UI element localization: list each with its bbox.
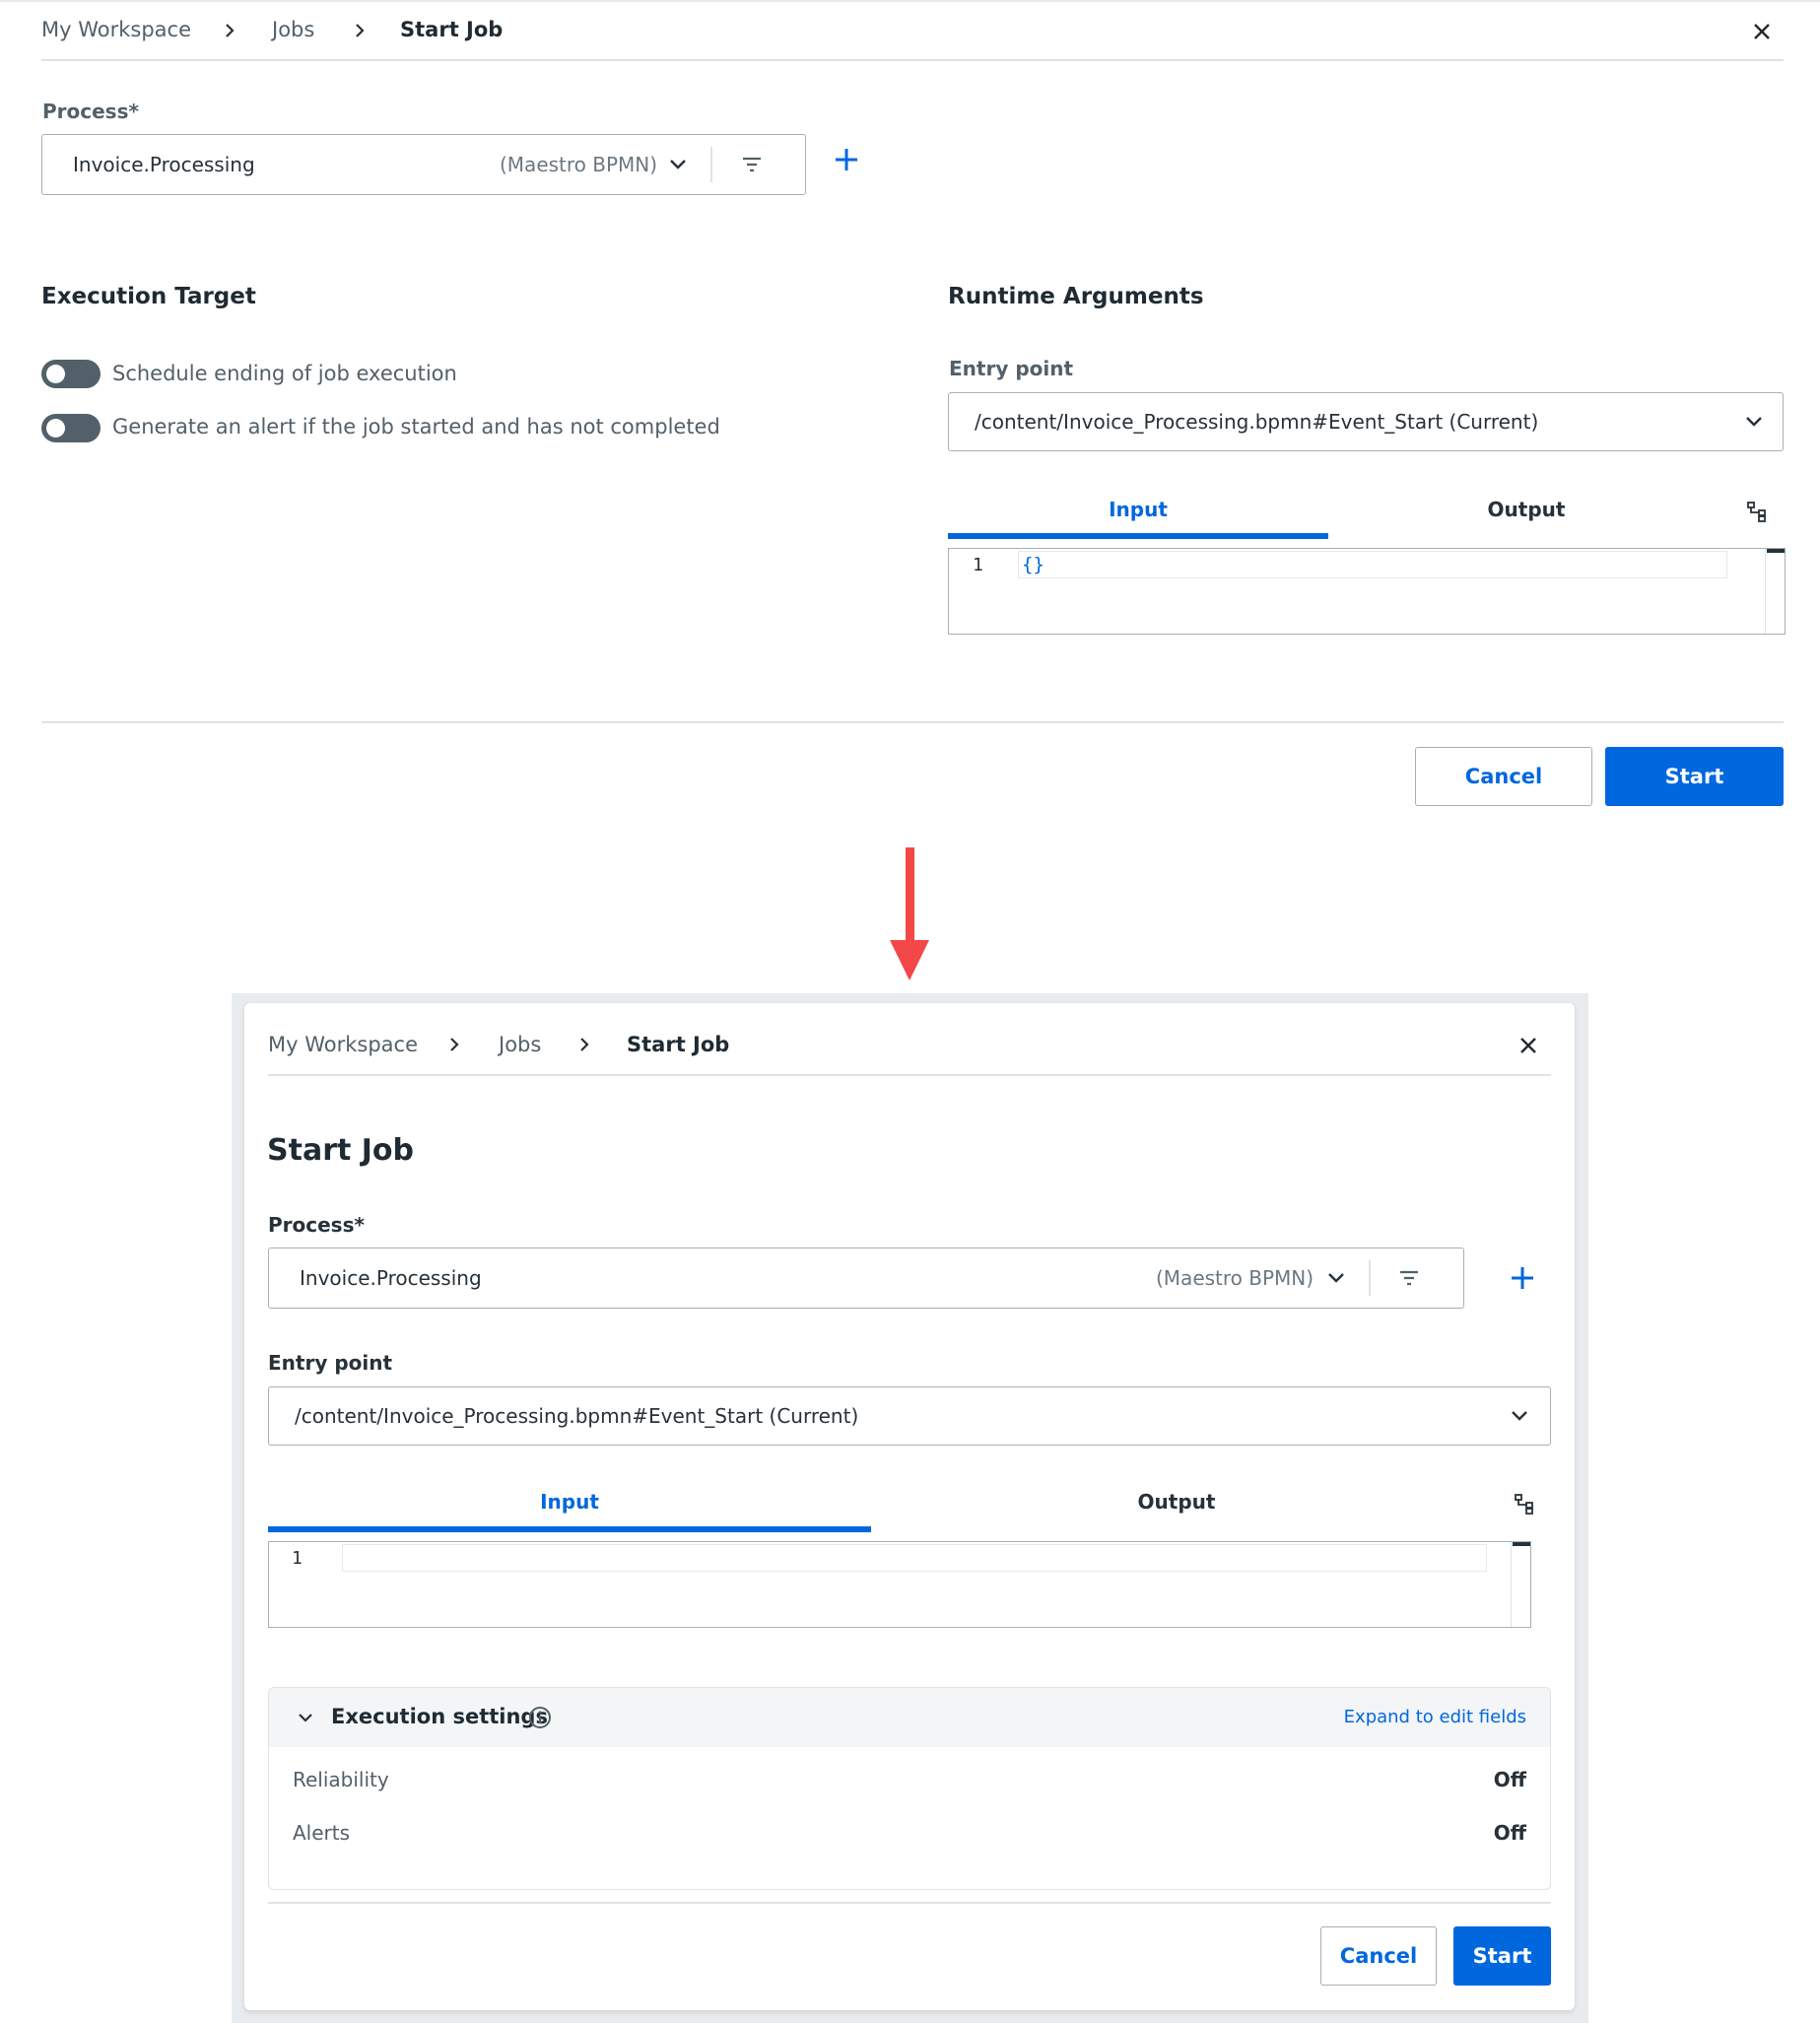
line-number: 1 <box>973 555 983 575</box>
top-edge <box>0 0 1820 2</box>
chevron-right-icon <box>349 20 371 41</box>
info-icon[interactable] <box>528 1706 552 1729</box>
process-divider <box>710 147 712 182</box>
header-divider <box>268 1074 1551 1076</box>
alerts-value: Off <box>1493 1821 1526 1845</box>
expand-to-edit-link[interactable]: Expand to edit fields <box>1344 1707 1526 1727</box>
current-line-highlight <box>1018 551 1727 578</box>
process-divider <box>1369 1260 1371 1296</box>
reliability-value: Off <box>1493 1768 1526 1791</box>
chevron-right-icon <box>443 1034 465 1055</box>
input-editor[interactable]: 1 {} <box>948 548 1786 635</box>
chevron-right-icon <box>573 1034 595 1055</box>
tab-input-underline <box>948 533 1328 539</box>
process-select[interactable]: Invoice.Processing (Maestro BPMN) <box>268 1248 1464 1309</box>
editor-content: {} <box>1022 554 1045 575</box>
editor-scroll-thumb[interactable] <box>1513 1542 1530 1546</box>
schema-icon[interactable] <box>1746 501 1768 522</box>
execution-settings-title: Execution settings <box>331 1705 548 1728</box>
transition-arrow <box>885 847 934 989</box>
filter-icon[interactable] <box>740 154 764 175</box>
schema-icon[interactable] <box>1514 1493 1535 1515</box>
add-icon[interactable] <box>833 146 860 173</box>
process-value: Invoice.Processing <box>73 153 255 176</box>
execution-settings-header[interactable]: Execution settings Expand to edit fields <box>269 1688 1550 1747</box>
page-title: Start Job <box>267 1133 415 1168</box>
tab-output[interactable]: Output <box>1328 498 1724 521</box>
chevron-right-icon <box>219 20 240 41</box>
breadcrumb-start-job: Start Job <box>400 18 504 41</box>
breadcrumb-my-workspace[interactable]: My Workspace <box>41 18 191 41</box>
execution-target-title: Execution Target <box>41 284 256 309</box>
cancel-button[interactable]: Cancel <box>1415 747 1592 806</box>
execution-settings-card: Execution settings Expand to edit fields… <box>268 1687 1551 1890</box>
line-number: 1 <box>292 1548 303 1569</box>
footer-divider <box>41 721 1784 723</box>
process-value: Invoice.Processing <box>300 1266 482 1290</box>
input-editor[interactable]: 1 <box>268 1541 1531 1628</box>
current-line-highlight <box>342 1544 1487 1572</box>
entry-point-label: Entry point <box>268 1351 393 1375</box>
tab-input[interactable]: Input <box>268 1490 871 1514</box>
entry-point-select[interactable]: /content/Invoice_Processing.bpmn#Event_S… <box>948 392 1784 451</box>
process-type: (Maestro BPMN) <box>1156 1266 1314 1290</box>
generate-alert-toggle[interactable] <box>41 414 101 442</box>
chevron-down-icon[interactable] <box>667 154 689 175</box>
close-icon[interactable] <box>1517 1035 1539 1056</box>
entry-point-value: /content/Invoice_Processing.bpmn#Event_S… <box>295 1404 859 1428</box>
chevron-down-icon[interactable] <box>1743 411 1765 433</box>
process-select[interactable]: Invoice.Processing (Maestro BPMN) <box>41 134 806 195</box>
entry-point-select[interactable]: /content/Invoice_Processing.bpmn#Event_S… <box>268 1386 1551 1446</box>
add-icon[interactable] <box>1509 1264 1536 1292</box>
cancel-button[interactable]: Cancel <box>1320 1926 1437 1986</box>
start-button[interactable]: Start <box>1453 1926 1551 1986</box>
breadcrumb-start-job: Start Job <box>627 1033 730 1056</box>
breadcrumb-my-workspace[interactable]: My Workspace <box>268 1033 418 1056</box>
tab-input-underline <box>268 1526 871 1532</box>
before-panel: My Workspace Jobs Start Job Process* Inv… <box>0 0 1820 833</box>
chevron-down-icon[interactable] <box>1325 1267 1347 1289</box>
start-button[interactable]: Start <box>1605 747 1784 806</box>
chevron-down-icon[interactable] <box>1509 1405 1530 1427</box>
tab-input[interactable]: Input <box>948 498 1328 521</box>
editor-scroll-thumb[interactable] <box>1767 549 1785 553</box>
schedule-ending-toggle[interactable] <box>41 360 101 388</box>
editor-scrollbar[interactable] <box>1511 1542 1530 1627</box>
schedule-ending-label: Schedule ending of job execution <box>112 362 457 385</box>
breadcrumb-jobs[interactable]: Jobs <box>272 18 314 41</box>
process-label: Process* <box>268 1213 365 1237</box>
close-icon[interactable] <box>1750 20 1774 43</box>
entry-point-label: Entry point <box>949 357 1074 380</box>
entry-point-value: /content/Invoice_Processing.bpmn#Event_S… <box>975 410 1539 434</box>
tab-output[interactable]: Output <box>871 1490 1482 1514</box>
filter-icon[interactable] <box>1397 1267 1421 1289</box>
chevron-down-icon[interactable] <box>297 1709 314 1726</box>
header-divider <box>41 59 1784 61</box>
process-label: Process* <box>42 100 139 123</box>
editor-scrollbar[interactable] <box>1765 549 1785 634</box>
reliability-label: Reliability <box>293 1768 389 1791</box>
breadcrumb-jobs[interactable]: Jobs <box>499 1033 541 1056</box>
generate-alert-label: Generate an alert if the job started and… <box>112 415 720 438</box>
after-dialog: My Workspace Jobs Start Job Start Job Pr… <box>244 1003 1575 2010</box>
runtime-arguments-title: Runtime Arguments <box>948 284 1204 309</box>
process-type: (Maestro BPMN) <box>500 153 658 176</box>
footer-divider <box>268 1902 1551 1904</box>
alerts-label: Alerts <box>293 1821 351 1845</box>
